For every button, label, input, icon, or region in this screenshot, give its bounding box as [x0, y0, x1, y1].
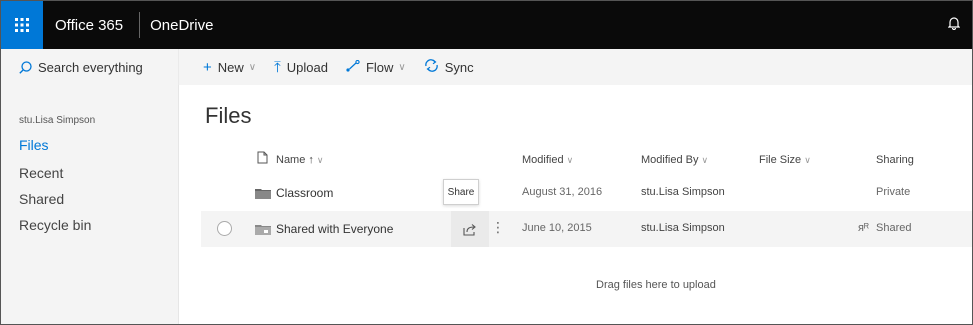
search-box[interactable]: Search everything	[1, 49, 179, 85]
new-label: New	[217, 59, 244, 75]
sidebar-item-recycle-bin[interactable]: Recycle bin	[19, 217, 91, 233]
column-header-modified-by[interactable]: Modified By ∨	[641, 154, 708, 166]
left-navigation: stu.Lisa Simpson Files Recent Shared Rec…	[1, 85, 179, 324]
more-options-icon[interactable]: ⋮	[491, 219, 505, 236]
column-header-name[interactable]: Name ↑ ∨	[276, 154, 324, 166]
app-name-link[interactable]: OneDrive	[150, 17, 213, 34]
sync-button[interactable]: Sync	[424, 59, 474, 75]
row-select-checkbox[interactable]	[217, 221, 232, 236]
upload-button[interactable]: ⤒ Upload	[274, 60, 328, 75]
flow-label: Flow	[365, 59, 394, 75]
chevron-down-icon: ∨	[804, 155, 811, 165]
search-input[interactable]: Search everything	[38, 60, 143, 75]
column-header-name-label: Name ↑	[276, 154, 314, 166]
waffle-icon	[15, 18, 29, 32]
file-modified-by: stu.Lisa Simpson	[641, 222, 725, 234]
flow-icon	[346, 59, 360, 75]
new-button[interactable]: + New ∨	[203, 60, 256, 75]
file-modified: August 31, 2016	[522, 186, 603, 198]
app-launcher-button[interactable]	[1, 1, 43, 49]
header-divider	[139, 12, 141, 38]
file-name[interactable]: Classroom	[276, 186, 333, 200]
sidebar-item-recent[interactable]: Recent	[19, 165, 63, 181]
sync-label: Sync	[444, 59, 474, 75]
file-sharing: Private	[876, 186, 911, 198]
sync-icon	[424, 59, 439, 75]
share-tooltip: Share	[443, 179, 479, 205]
file-modified-by: stu.Lisa Simpson	[641, 186, 725, 198]
chevron-down-icon: ∨	[701, 155, 709, 165]
table-row[interactable]: Classroom August 31, 2016 stu.Lisa Simps…	[201, 175, 972, 211]
command-bar: + New ∨ ⤒ Upload Flow ∨ Sync	[179, 49, 972, 85]
upload-icon: ⤒	[274, 58, 281, 76]
drop-zone-hint: Drag files here to upload	[596, 279, 716, 291]
file-sharing: Shared	[876, 222, 912, 234]
files-view: Files Name ↑ ∨ Modified ∨ Modified By ∨ Fil…	[179, 85, 972, 324]
folder-icon	[255, 189, 271, 199]
brand-link[interactable]: Office 365	[55, 17, 123, 34]
column-header-modified-by-label: Modified By	[641, 154, 699, 166]
file-modified: June 10, 2015	[522, 222, 592, 234]
chevron-down-icon: ∨	[566, 155, 574, 165]
plus-icon: +	[203, 58, 212, 76]
search-icon	[19, 60, 32, 74]
file-name[interactable]: Shared with Everyone	[276, 222, 393, 236]
page-title: Files	[205, 103, 252, 128]
column-header-sharing-label: Sharing	[876, 154, 914, 166]
table-row[interactable]: Shared with Everyone ⋮ June 10, 2015 stu…	[201, 211, 972, 247]
people-icon: ᴙᴿ	[858, 222, 869, 234]
column-header-sharing[interactable]: Sharing	[876, 154, 914, 166]
user-name: stu.Lisa Simpson	[19, 115, 96, 126]
column-header-modified-label: Modified	[522, 154, 564, 166]
sidebar-item-files[interactable]: Files	[19, 137, 49, 153]
sidebar-item-shared[interactable]: Shared	[19, 191, 64, 207]
flow-button[interactable]: Flow ∨	[346, 59, 406, 75]
onedrive-window: Office 365 OneDrive Search everything + …	[0, 0, 973, 325]
chevron-down-icon: ∨	[248, 61, 257, 73]
shared-folder-icon	[255, 225, 271, 235]
column-header-file-size[interactable]: File Size ∨	[759, 154, 811, 166]
notifications-bell-icon[interactable]	[947, 16, 961, 33]
chevron-down-icon: ∨	[398, 61, 406, 73]
suite-header: Office 365 OneDrive	[1, 1, 972, 49]
chevron-down-icon: ∨	[316, 155, 324, 165]
share-button[interactable]	[451, 211, 489, 247]
column-header-modified[interactable]: Modified ∨	[522, 154, 573, 166]
column-header-file-size-label: File Size	[759, 154, 802, 166]
share-icon	[463, 223, 476, 236]
upload-label: Upload	[286, 59, 328, 75]
file-type-header-icon[interactable]	[257, 151, 268, 167]
